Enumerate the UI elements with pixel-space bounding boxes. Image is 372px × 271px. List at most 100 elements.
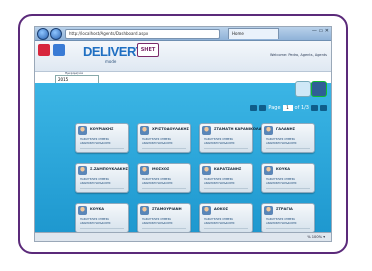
- card-divider: [80, 148, 124, 149]
- agent-stat: ΠΑΡΑΓΓΕΛΙΕΣ ΣΗΜΕΡΑ: [266, 218, 296, 221]
- agent-name: ΓΑΛΑΝΗΣ: [276, 127, 296, 131]
- avatar-icon: [264, 206, 273, 215]
- card-divider: [204, 148, 248, 149]
- welcome-text: Welcome: Pedro, Agents, Agents: [270, 53, 327, 57]
- agent-card[interactable]: ΣΤΑΜΟΥΡΙΑΝΗ ΠΑΡΑΓΓΕΛΙΕΣ ΣΗΜΕΡΑ ΑΝΑΜΟΝΗ Π…: [137, 203, 191, 233]
- agent-card[interactable]: ΓΑΛΑΝΗΣ ΠΑΡΑΓΓΕΛΙΕΣ ΣΗΜΕΡΑ ΑΝΑΜΟΝΗ ΠΑΡΑΔ…: [261, 123, 315, 153]
- agent-name: ΧΡΙΣΤΟΔΟΥΛΑΚΗΣ: [152, 127, 189, 131]
- main-content: Page 1 of 1/3 ΚΟΥΡΙΑΚΗΣ ΠΑΡΑΓΓΕΛΙΕΣ ΣΗΜΕ…: [35, 81, 331, 233]
- agent-card[interactable]: ΚΟΥΚΑ ΠΑΡΑΓΓΕΛΙΕΣ ΣΗΜΕΡΑ ΑΝΑΜΟΝΗ ΠΑΡΑΔΟΣ…: [261, 163, 315, 193]
- avatar-icon: [140, 166, 149, 175]
- agent-stat: ΑΝΑΜΟΝΗ ΠΑΡΑΔΟΣΗΣ: [204, 142, 235, 145]
- agent-stat: ΑΝΑΜΟΝΗ ΠΑΡΑΔΟΣΗΣ: [80, 222, 111, 225]
- page-label: Page: [268, 105, 281, 111]
- zoom-level[interactable]: % 100% ▾: [307, 235, 331, 239]
- agent-card[interactable]: ΣΤΑΜΑΤΗ ΚΑΡΑΝΙΚΟΛΑ ΠΑΡΑΓΓΕΛΙΕΣ ΣΗΜΕΡΑ ΑΝ…: [199, 123, 261, 153]
- window-controls[interactable]: — ▭ ✕: [312, 28, 329, 34]
- avatar-icon: [202, 206, 211, 215]
- agent-stat: ΑΝΑΜΟΝΗ ΠΑΡΑΔΟΣΗΣ: [204, 222, 235, 225]
- card-divider: [266, 228, 310, 229]
- browser-window: http://localhost/Agents/Dashboard.aspx H…: [34, 26, 332, 242]
- card-divider: [266, 188, 310, 189]
- address-bar[interactable]: http://localhost/Agents/Dashboard.aspx: [65, 29, 220, 39]
- purple-frame: http://localhost/Agents/Dashboard.aspx H…: [18, 14, 348, 254]
- agent-name: Σ.ΖΑΜΠΟΥΚΛΑΚΗΣ: [90, 167, 129, 171]
- agent-name: ΣΤΑΜΑΤΗ ΚΑΡΑΝΙΚΟΛΑ: [214, 127, 262, 131]
- app-header: DELIVERY mode SHET Welcome: Pedro, Agent…: [35, 41, 331, 72]
- agent-stat: ΠΑΡΑΓΓΕΛΙΕΣ ΣΗΜΕΡΑ: [80, 218, 110, 221]
- delivery-logo: DELIVERY: [83, 44, 144, 59]
- page-input[interactable]: 1: [282, 105, 293, 111]
- screenshot-stage: http://localhost/Agents/Dashboard.aspx H…: [0, 0, 372, 271]
- agent-stat: ΠΑΡΑΓΓΕΛΙΕΣ ΣΗΜΕΡΑ: [204, 138, 234, 141]
- agent-stat: ΑΝΑΜΟΝΗ ΠΑΡΑΔΟΣΗΣ: [204, 182, 235, 185]
- agent-card[interactable]: ΣΤΡΑΓΙΑ ΠΑΡΑΓΓΕΛΙΕΣ ΣΗΜΕΡΑ ΑΝΑΜΟΝΗ ΠΑΡΑΔ…: [261, 203, 315, 233]
- agent-name: ΚΟΥΚΑ: [276, 167, 291, 171]
- agent-stat: ΑΝΑΜΟΝΗ ΠΑΡΑΔΟΣΗΣ: [266, 182, 297, 185]
- agent-stat: ΑΝΑΜΟΝΗ ΠΑΡΑΔΟΣΗΣ: [142, 222, 173, 225]
- card-divider: [204, 188, 248, 189]
- back-icon[interactable]: [37, 28, 49, 40]
- agent-stat: ΑΝΑΜΟΝΗ ΠΑΡΑΔΟΣΗΣ: [142, 182, 173, 185]
- brand-logo: SHET: [137, 43, 159, 57]
- status-bar: % 100% ▾: [35, 232, 331, 241]
- logo-subtitle: mode: [105, 59, 117, 64]
- agent-name: ΣΤΡΑΓΙΑ: [276, 207, 293, 211]
- agent-stat: ΑΝΑΜΟΝΗ ΠΑΡΑΔΟΣΗΣ: [266, 142, 297, 145]
- avatar-icon: [78, 126, 87, 135]
- agent-stat: ΠΑΡΑΓΓΕΛΙΕΣ ΣΗΜΕΡΑ: [204, 178, 234, 181]
- agent-name: ΚΑΡΑΤΖΑΝΗΣ: [214, 167, 242, 171]
- avatar-icon: [140, 126, 149, 135]
- agent-stat: ΑΝΑΜΟΝΗ ΠΑΡΑΔΟΣΗΣ: [80, 142, 111, 145]
- prev-page-icon[interactable]: [259, 105, 267, 111]
- card-divider: [266, 148, 310, 149]
- last-page-icon[interactable]: [320, 105, 327, 111]
- avatar-icon: [78, 166, 87, 175]
- avatar-icon: [202, 166, 211, 175]
- avatar-icon: [78, 206, 87, 215]
- agent-name: ΔΟΚΟΣ: [214, 207, 229, 211]
- forward-icon[interactable]: [50, 28, 62, 40]
- agent-stat: ΠΑΡΑΓΓΕΛΙΕΣ ΣΗΜΕΡΑ: [204, 218, 234, 221]
- agent-card[interactable]: ΚΑΡΑΤΖΑΝΗΣ ΠΑΡΑΓΓΕΛΙΕΣ ΣΗΜΕΡΑ ΑΝΑΜΟΝΗ ΠΑ…: [199, 163, 253, 193]
- avatar-icon: [264, 126, 273, 135]
- card-divider: [142, 188, 186, 189]
- card-divider: [80, 188, 124, 189]
- agent-card[interactable]: ΧΡΙΣΤΟΔΟΥΛΑΚΗΣ ΠΑΡΑΓΓΕΛΙΕΣ ΣΗΜΕΡΑ ΑΝΑΜΟΝ…: [137, 123, 191, 153]
- agent-card[interactable]: ΜΟΣΧΟΣ ΠΑΡΑΓΓΕΛΙΕΣ ΣΗΜΕΡΑ ΑΝΑΜΟΝΗ ΠΑΡΑΔΟ…: [137, 163, 191, 193]
- card-divider: [142, 148, 186, 149]
- avatar-icon: [264, 166, 273, 175]
- agent-name: ΣΤΑΜΟΥΡΙΑΝΗ: [152, 207, 182, 211]
- agent-stat: ΠΑΡΑΓΓΕΛΙΕΣ ΣΗΜΕΡΑ: [142, 138, 172, 141]
- agent-stat: ΠΑΡΑΓΓΕΛΙΕΣ ΣΗΜΕΡΑ: [80, 178, 110, 181]
- agent-stat: ΠΑΡΑΓΓΕΛΙΕΣ ΣΗΜΕΡΑ: [266, 138, 296, 141]
- agent-stat: ΠΑΡΑΓΓΕΛΙΕΣ ΣΗΜΕΡΑ: [142, 218, 172, 221]
- user-icon[interactable]: [311, 81, 327, 97]
- agent-card[interactable]: ΚΟΥΡΙΑΚΗΣ ΠΑΡΑΓΓΕΛΙΕΣ ΣΗΜΕΡΑ ΑΝΑΜΟΝΗ ΠΑΡ…: [75, 123, 129, 153]
- avatar-icon: [140, 206, 149, 215]
- agent-stat: ΑΝΑΜΟΝΗ ΠΑΡΑΔΟΣΗΣ: [80, 182, 111, 185]
- agent-stat: ΠΑΡΑΓΓΕΛΙΕΣ ΣΗΜΕΡΑ: [266, 178, 296, 181]
- refresh-icon[interactable]: [295, 81, 311, 97]
- next-page-icon[interactable]: [311, 105, 318, 111]
- agent-stat: ΑΝΑΜΟΝΗ ΠΑΡΑΔΟΣΗΣ: [266, 222, 297, 225]
- agent-card[interactable]: ΔΟΚΟΣ ΠΑΡΑΓΓΕΛΙΕΣ ΣΗΜΕΡΑ ΑΝΑΜΟΝΗ ΠΑΡΑΔΟΣ…: [199, 203, 253, 233]
- agent-name: ΚΟΥΡΙΑΚΗΣ: [90, 127, 114, 131]
- agent-stat: ΠΑΡΑΓΓΕΛΙΕΣ ΣΗΜΕΡΑ: [142, 178, 172, 181]
- app-icon-red[interactable]: [38, 44, 50, 56]
- agent-name: ΚΟΥΚΑ: [90, 207, 105, 211]
- card-divider: [142, 228, 186, 229]
- agent-card[interactable]: ΚΟΥΚΑ ΠΑΡΑΓΓΕΛΙΕΣ ΣΗΜΕΡΑ ΑΝΑΜΟΝΗ ΠΑΡΑΔΟΣ…: [75, 203, 129, 233]
- agent-card[interactable]: Σ.ΖΑΜΠΟΥΚΛΑΚΗΣ ΠΑΡΑΓΓΕΛΙΕΣ ΣΗΜΕΡΑ ΑΝΑΜΟΝ…: [75, 163, 129, 193]
- page-total: of 1/3: [294, 105, 309, 111]
- browser-tab[interactable]: Home: [228, 28, 279, 39]
- first-page-icon[interactable]: [250, 105, 258, 111]
- agent-stat: ΑΝΑΜΟΝΗ ΠΑΡΑΔΟΣΗΣ: [142, 142, 173, 145]
- card-divider: [204, 228, 248, 229]
- browser-chrome: http://localhost/Agents/Dashboard.aspx H…: [35, 27, 331, 41]
- app-icon-blue[interactable]: [53, 44, 65, 56]
- agent-stat: ΠΑΡΑΓΓΕΛΙΕΣ ΣΗΜΕΡΑ: [80, 138, 110, 141]
- agent-name: ΜΟΣΧΟΣ: [152, 167, 170, 171]
- card-divider: [80, 228, 124, 229]
- pager: Page 1 of 1/3: [250, 105, 327, 111]
